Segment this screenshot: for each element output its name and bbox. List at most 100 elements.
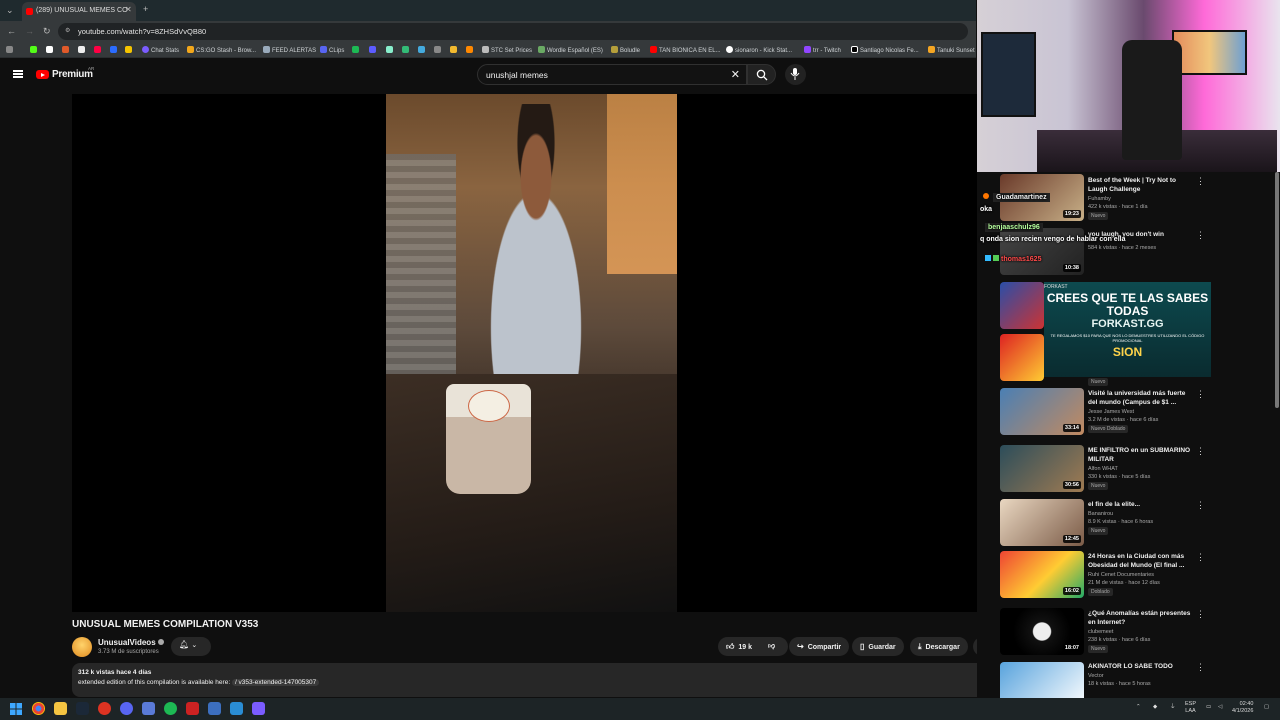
- bookmark-icon-2[interactable]: [62, 46, 71, 54]
- bookmark-santiago[interactable]: Santiago Nicolas Fe...: [851, 46, 919, 54]
- recommendation-thumbnail[interactable]: [1000, 282, 1044, 329]
- youtube-logo-icon[interactable]: [36, 70, 49, 79]
- menu-icon[interactable]: [13, 70, 23, 72]
- bookmark-icon-13[interactable]: [450, 46, 459, 54]
- site-info-icon[interactable]: ⚙: [65, 27, 70, 34]
- search-input[interactable]: unushjal memes ✕: [477, 64, 747, 85]
- recommendation-thumbnail[interactable]: 16:02: [1000, 551, 1084, 598]
- bookmark-clips[interactable]: CLips: [320, 46, 344, 54]
- reload-icon[interactable]: ↻: [43, 26, 51, 37]
- volume-icon[interactable]: ◁: [1218, 704, 1222, 711]
- save-button[interactable]: ▯ Guardar: [852, 637, 904, 656]
- bookmark-trr-twitch[interactable]: trr - Twitch: [804, 46, 841, 54]
- more-options-icon[interactable]: ⋮: [1196, 389, 1205, 400]
- forward-icon[interactable]: →: [25, 26, 34, 36]
- network-icon[interactable]: ▭: [1206, 704, 1211, 711]
- bookmark-csgo-stash[interactable]: CS:GO Stash - Brow...: [187, 46, 256, 54]
- video-frame[interactable]: [386, 94, 677, 612]
- bookmark-icon-7[interactable]: [352, 46, 361, 54]
- video-player[interactable]: [72, 94, 991, 612]
- bookmark-icon-14[interactable]: [466, 46, 475, 54]
- discord-icon[interactable]: [120, 702, 133, 715]
- more-options-icon[interactable]: ⋮: [1196, 552, 1205, 563]
- bookmark-icon-6[interactable]: [125, 46, 134, 54]
- bookmark-icon-1[interactable]: [46, 46, 55, 54]
- app-icon-purple[interactable]: [252, 702, 265, 715]
- bookmark-icon-12[interactable]: [434, 46, 443, 54]
- tray-chevron-icon[interactable]: ⌃: [1136, 704, 1141, 711]
- recommendation-thumbnail[interactable]: [1000, 334, 1044, 381]
- bookmark-stc-set-prices[interactable]: STC Set Prices: [482, 46, 532, 54]
- bookmark-tan-bionica[interactable]: TAN BIONICA EN EL...: [650, 46, 721, 54]
- recommendation-info[interactable]: Best of the Week | Try Not to Laugh Chal…: [1088, 176, 1196, 220]
- bookmark-icon-4[interactable]: [94, 46, 103, 54]
- share-button[interactable]: ↪ Compartir: [789, 637, 850, 656]
- more-options-icon[interactable]: ⋮: [1196, 500, 1205, 511]
- file-explorer-icon[interactable]: [54, 702, 67, 715]
- more-options-icon[interactable]: ⋮: [1196, 609, 1205, 620]
- more-options-icon[interactable]: ⋮: [1196, 662, 1205, 673]
- more-options-icon[interactable]: ⋮: [1196, 176, 1205, 187]
- bookmark-feed-alertas[interactable]: FEED ALERTAS: [263, 46, 316, 54]
- like-count[interactable]: 19 k: [738, 644, 752, 651]
- forkast-ad[interactable]: FORKAST CREES QUE TE LAS SABES TODAS FOR…: [1044, 282, 1211, 377]
- sidebar-scrollbar[interactable]: [1275, 172, 1279, 408]
- bookmark-tanuki-sunset[interactable]: Tanuki Sunset: [928, 46, 975, 54]
- spotify-icon[interactable]: [164, 702, 177, 715]
- language-indicator[interactable]: ESP LAA: [1185, 701, 1196, 715]
- recommendation-thumbnail[interactable]: 30:56: [1000, 445, 1084, 492]
- recommendation-info[interactable]: Visité la universidad más fuerte del mun…: [1088, 389, 1196, 433]
- premium-wordmark[interactable]: Premium: [52, 69, 93, 80]
- channel-name[interactable]: UnusualVideos: [98, 638, 164, 647]
- more-options-icon[interactable]: ⋮: [1196, 230, 1205, 241]
- bookmark-wordle[interactable]: Wordle Español (ES): [538, 46, 603, 54]
- apps-icon[interactable]: [6, 46, 15, 54]
- download-button[interactable]: ⤓ Descargar: [910, 637, 968, 656]
- bookmark-icon-11[interactable]: [418, 46, 427, 54]
- more-options-icon[interactable]: ⋮: [1196, 446, 1205, 457]
- recommendation-info[interactable]: el fin de la elite... Bananirou 8.9 K vi…: [1088, 500, 1196, 535]
- recommendation-thumbnail[interactable]: 18:07: [1000, 608, 1084, 655]
- bookmark-icon-8[interactable]: [369, 46, 378, 54]
- search-button[interactable]: [747, 64, 776, 85]
- recommendation-info[interactable]: ¿Qué Anomalías están presentes en Intern…: [1088, 609, 1196, 653]
- chrome-taskbar-icon[interactable]: [32, 702, 45, 715]
- bookmark-icon-3[interactable]: [78, 46, 87, 54]
- description-link[interactable]: / v353-extended-147005307: [231, 679, 320, 686]
- like-icon[interactable]: 👍︎: [726, 642, 734, 652]
- description-box[interactable]: 312 k vistas hace 4 días extended editio…: [72, 663, 991, 697]
- tab-search-icon[interactable]: ⌄: [6, 5, 14, 16]
- recommendation-info[interactable]: 24 Horas en la Ciudad con más Obesidad d…: [1088, 552, 1196, 596]
- tray-app-icon[interactable]: ◆: [1153, 704, 1157, 711]
- recommendation-thumbnail[interactable]: 33:14: [1000, 388, 1084, 435]
- dislike-icon[interactable]: 👎︎: [768, 641, 775, 650]
- browser-tab-active[interactable]: (289) UNUSUAL MEMES CO: [22, 2, 136, 21]
- recommendation-info[interactable]: ME INFILTRO en un SUBMARINO MILITAR Alfo…: [1088, 446, 1196, 490]
- tab-close-icon[interactable]: ✕: [125, 5, 132, 14]
- bookmark-icon-kick[interactable]: [30, 46, 39, 54]
- clock[interactable]: 02:40 4/1/2026: [1232, 701, 1253, 715]
- channel-avatar[interactable]: [72, 637, 92, 657]
- recommendation-thumbnail[interactable]: [1000, 662, 1084, 698]
- voice-search-button[interactable]: [785, 64, 806, 85]
- bookmark-boludle[interactable]: Boludle: [611, 46, 640, 54]
- subscribed-bell-button[interactable]: 🔔︎ ⌄: [171, 637, 211, 656]
- app-icon-obs[interactable]: [186, 702, 199, 715]
- steam-icon[interactable]: [76, 702, 89, 715]
- bookmark-sionaron-kick[interactable]: sionaron - Kick Stat...: [726, 46, 792, 54]
- app-icon-network[interactable]: [230, 702, 243, 715]
- windows-start-icon[interactable]: [10, 703, 22, 715]
- bookmark-icon-5[interactable]: [110, 46, 119, 54]
- recommendation-info[interactable]: AKINATOR LO SABE TODO Vector 18 k vistas…: [1088, 662, 1196, 687]
- bookmark-chat-stats[interactable]: Chat Stats: [142, 46, 179, 54]
- bookmark-icon-9[interactable]: [386, 46, 395, 54]
- bookmark-icon-10[interactable]: [402, 46, 411, 54]
- recommendation-thumbnail[interactable]: 12:45: [1000, 499, 1084, 546]
- new-tab-icon[interactable]: +: [143, 4, 148, 14]
- tray-usb-icon[interactable]: ⏚: [1170, 704, 1176, 711]
- app-icon-red[interactable]: [98, 702, 111, 715]
- app-icon-blue[interactable]: [142, 702, 155, 715]
- clear-search-icon[interactable]: ✕: [731, 68, 740, 81]
- app-icon-vpn[interactable]: [208, 702, 221, 715]
- notification-icon[interactable]: ▢: [1264, 704, 1269, 711]
